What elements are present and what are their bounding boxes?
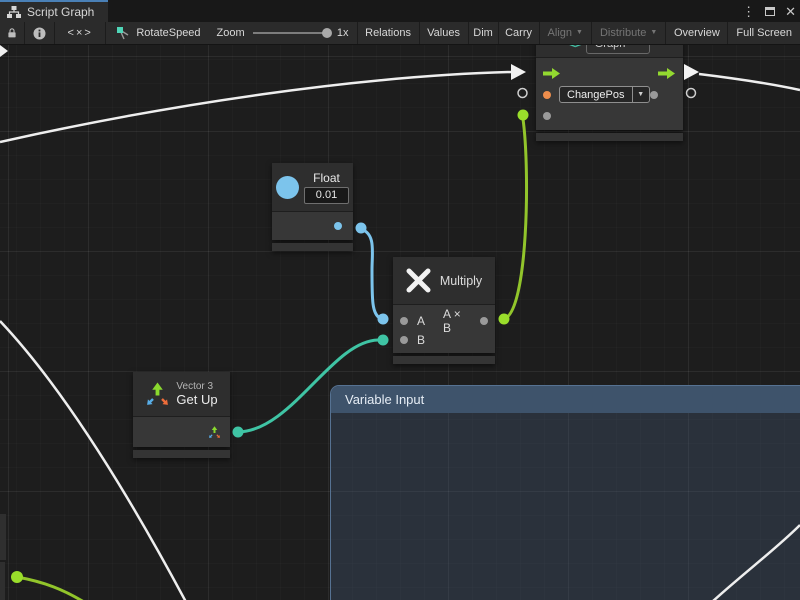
close-icon[interactable]: ✕ [785,5,796,18]
node-vector3-get-up[interactable]: Vector 3 Get Up [133,372,230,458]
values-button[interactable]: Values [420,22,469,44]
titlebar: Script Graph ⋮ ✕ [0,0,800,22]
offscreen-node-fragment[interactable] [0,562,5,600]
float-type-icon [276,176,299,199]
node-vector3-header[interactable]: Vector 3 Get Up [133,372,230,416]
overview-button[interactable]: Overview [666,22,728,44]
node-float-title: Float [313,171,340,185]
multiply-icon [406,268,431,293]
chevron-down-icon: ▼ [634,45,641,46]
window-controls: ⋮ ✕ [742,0,796,22]
flow-in-arrow-icon[interactable] [543,68,560,79]
carry-button[interactable]: Carry [499,22,540,44]
info-button[interactable] [25,22,55,44]
code-view-button[interactable]: <×> [55,22,106,44]
lock-icon [8,27,16,39]
chevron-down-icon: ▼ [576,29,583,36]
menu-icon[interactable]: ⋮ [742,5,755,18]
node-vector3-body [133,416,230,447]
info-icon [33,27,46,40]
maximize-icon[interactable] [765,7,775,16]
multiply-input-a-port[interactable] [400,317,408,325]
node-vector3-type: Vector 3 [176,381,213,392]
node-graph-body: ChangePos ▼ [536,57,683,130]
node-float[interactable]: Float 0.01 [272,163,353,251]
dim-button[interactable]: Dim [469,22,499,44]
code-icon: <×> [68,27,93,39]
group-panel-header[interactable]: Variable Input [331,386,800,413]
zoom-label: Zoom [217,27,245,39]
toolbar: <×> RotateSpeed Zoom 1x Relations Values… [0,22,800,45]
graph-asset-icon [117,27,130,40]
node-graph-footer [536,133,683,141]
node-graph[interactable]: <> Graph ▼ [536,45,683,141]
node-vector3-title: Get Up [176,392,217,407]
group-panel-title: Variable Input [345,392,424,407]
breadcrumb[interactable]: RotateSpeed [106,22,208,44]
node-vector3-footer [133,450,230,458]
group-panel-variable-input[interactable]: Variable Input [330,385,800,600]
graph-dropdown-button[interactable]: Graph ▼ [586,45,651,54]
offscreen-node-fragment[interactable] [0,514,6,560]
node-multiply-body: A A × B B [393,304,495,353]
extra-port-row [543,105,675,126]
value-input-port[interactable] [543,112,551,120]
graph-hierarchy-icon [7,6,21,18]
variable-port-row: ChangePos ▼ [543,84,675,105]
variable-select[interactable]: ChangePos ▼ [559,86,650,103]
tab-script-graph[interactable]: Script Graph [0,0,108,22]
multiply-input-b-port[interactable] [400,336,408,344]
float-output-port[interactable] [334,222,342,230]
flow-out-arrow-icon[interactable] [658,68,675,79]
zoom-value: 1x [337,27,349,39]
zoom-slider-handle[interactable] [322,28,332,38]
variable-input-port[interactable] [543,91,551,99]
node-multiply[interactable]: Multiply A A × B B [393,257,495,364]
node-float-header[interactable]: Float 0.01 [272,163,353,211]
node-float-body [272,211,353,240]
multiply-output-port[interactable] [480,317,488,325]
lock-button[interactable] [0,22,25,44]
value-output-port[interactable] [650,91,658,99]
node-multiply-footer [393,356,495,364]
flow-ports-row [543,63,675,84]
chevron-down-icon: ▼ [650,29,657,36]
chevron-down-icon: ▼ [632,87,650,102]
float-value-input[interactable]: 0.01 [304,187,349,204]
tab-title: Script Graph [27,5,94,19]
node-float-footer [272,243,353,251]
fullscreen-button[interactable]: Full Screen [728,22,800,44]
node-graph-header[interactable]: <> Graph ▼ [536,45,683,57]
port-row-a: A A × B [400,311,488,330]
vector3-axes-icon [145,382,170,407]
node-multiply-title: Multiply [440,274,482,288]
align-button[interactable]: Align ▼ [540,22,592,44]
graph-icon: <> [569,45,581,51]
relations-button[interactable]: Relations [358,22,420,44]
script-graph-window: Variable Input <> Graph ▼ [0,0,800,600]
zoom-slider[interactable] [253,32,327,34]
breadcrumb-graph-name: RotateSpeed [136,27,200,39]
vector3-output-port[interactable] [208,426,221,439]
graph-canvas[interactable]: Variable Input <> Graph ▼ [0,45,800,600]
distribute-button[interactable]: Distribute ▼ [592,22,666,44]
zoom-control: Zoom 1x [209,22,358,44]
node-multiply-header[interactable]: Multiply [393,257,495,304]
